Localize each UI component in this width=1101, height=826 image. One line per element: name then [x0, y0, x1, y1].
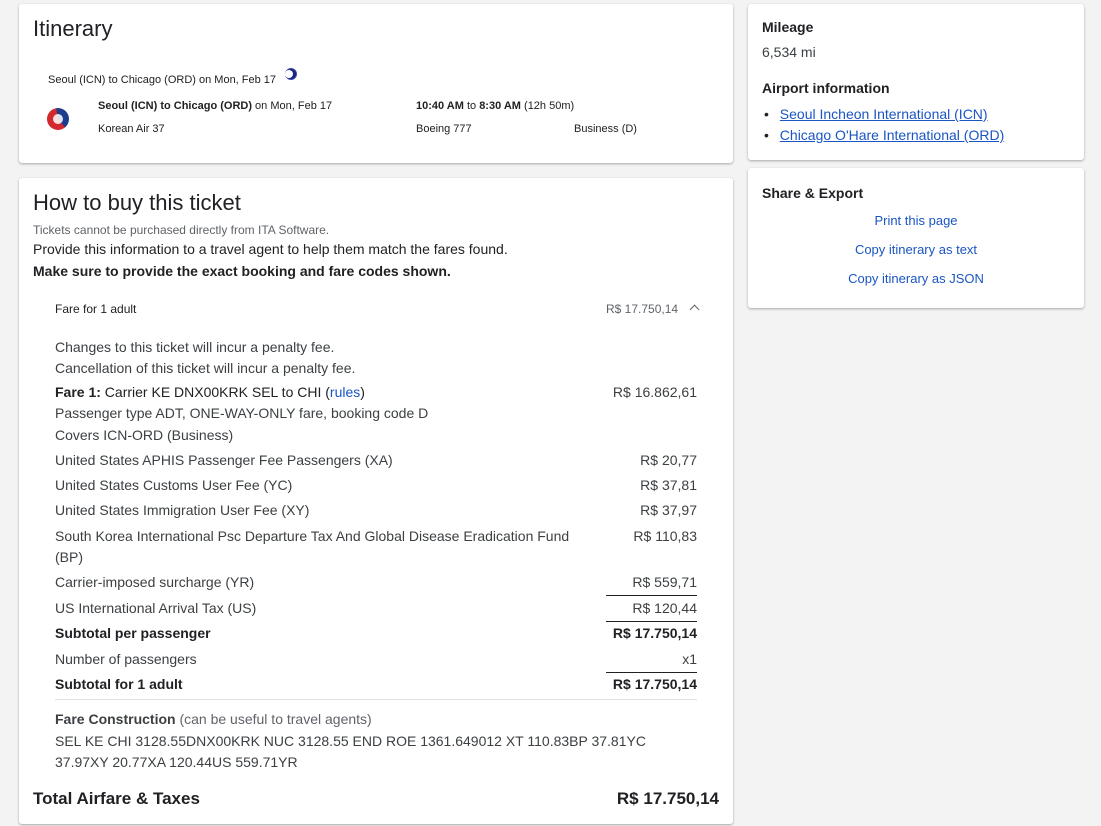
fare-construction-line: 37.97XY 20.77XA 120.44US 559.71YR	[55, 754, 298, 770]
airport-list-item: • Seoul Incheon International (ICN)	[764, 106, 988, 122]
airport-link-ord[interactable]: Chicago O'Hare International (ORD)	[780, 127, 1004, 143]
tax-amount: R$ 20,77	[640, 452, 697, 468]
fare-1-detail: Passenger type ADT, ONE-WAY-ONLY fare, b…	[55, 405, 429, 421]
segment-carrier: Korean Air 37	[98, 123, 165, 135]
share-export-card: Share & Export Print this page Copy itin…	[748, 168, 1084, 308]
fare-construction-line: SEL KE CHI 3128.55DNX00KRK NUC 3128.55 E…	[55, 733, 646, 749]
airport-link-icn[interactable]: Seoul Incheon International (ICN)	[780, 106, 988, 122]
segment-aircraft: Boeing 777	[416, 123, 472, 135]
subtotal-pp-amount: R$ 17.750,14	[612, 625, 697, 641]
purchase-note: Tickets cannot be purchased directly fro…	[33, 223, 330, 237]
itinerary-card: Itinerary Seoul (ICN) to Chicago (ORD) o…	[19, 4, 733, 163]
fare-header-amount[interactable]: R$ 17.750,14	[606, 302, 678, 316]
fare-header[interactable]: Fare for 1 adult	[55, 302, 136, 316]
fare-1-coverage: Covers ICN-ORD (Business)	[55, 427, 234, 443]
sum-line	[606, 621, 697, 622]
how-to-buy-title: How to buy this ticket	[33, 190, 241, 215]
airport-list-item: • Chicago O'Hare International (ORD)	[764, 127, 1005, 143]
tax-label-cont: (BP)	[55, 549, 83, 565]
segment-times: 10:40 AM to 8:30 AM (12h 50m)	[416, 100, 575, 112]
total-amount: R$ 17.750,14	[616, 789, 719, 808]
tax-label: United States Immigration User Fee (XY)	[55, 502, 310, 518]
tax-label: South Korea International Psc Departure …	[55, 528, 570, 544]
itinerary-title: Itinerary	[33, 16, 113, 41]
subtotal-pp-label: Subtotal per passenger	[55, 625, 211, 641]
tax-label: United States APHIS Passenger Fee Passen…	[55, 452, 393, 468]
mileage-title: Mileage	[762, 19, 814, 35]
copy-json-link[interactable]: Copy itinerary as JSON	[748, 271, 1084, 286]
tax-label: Carrier-imposed surcharge (YR)	[55, 574, 255, 590]
chevron-up-icon[interactable]	[689, 304, 700, 315]
change-penalty: Changes to this ticket will incur a pena…	[55, 339, 335, 355]
divider	[55, 699, 697, 700]
tax-amount: R$ 110,83	[633, 528, 697, 544]
tax-amount: R$ 37,97	[640, 502, 697, 518]
tax-label: US International Arrival Tax (US)	[55, 600, 257, 616]
subtotal-amount: R$ 17.750,14	[612, 676, 697, 692]
itinerary-summary: Seoul (ICN) to Chicago (ORD) on Mon, Feb…	[48, 74, 277, 86]
share-title: Share & Export	[762, 185, 864, 201]
mileage-card: Mileage 6,534 mi Airport information • S…	[748, 4, 1084, 160]
overnight-moon-icon	[285, 68, 297, 80]
tax-amount: R$ 37,81	[640, 477, 697, 493]
sum-line	[606, 595, 697, 596]
exact-codes-note: Make sure to provide the exact booking a…	[33, 263, 451, 279]
subtotal-label: Subtotal for 1 adult	[55, 676, 183, 692]
korean-air-logo-icon	[47, 108, 69, 130]
num-passengers-label: Number of passengers	[55, 651, 197, 667]
how-to-buy-card: How to buy this ticket Tickets cannot be…	[19, 178, 733, 824]
print-page-link[interactable]: Print this page	[748, 213, 1084, 228]
tax-amount: R$ 120,44	[632, 600, 697, 616]
sum-line	[606, 672, 697, 673]
cancel-penalty: Cancellation of this ticket will incur a…	[55, 360, 356, 376]
airport-info-title: Airport information	[762, 80, 890, 96]
copy-text-link[interactable]: Copy itinerary as text	[748, 242, 1084, 257]
segment-cabin: Business (D)	[574, 123, 637, 135]
fare-1-line: Fare 1: Carrier KE DNX00KRK SEL to CHI (…	[55, 384, 365, 400]
fare-1-amount: R$ 16.862,61	[612, 384, 697, 400]
total-label: Total Airfare & Taxes	[33, 789, 200, 808]
segment-route: Seoul (ICN) to Chicago (ORD) on Mon, Feb…	[98, 100, 333, 112]
agent-instruction: Provide this information to a travel age…	[33, 241, 508, 257]
mileage-value: 6,534 mi	[762, 44, 816, 60]
fare-construction-heading: Fare Construction (can be useful to trav…	[55, 711, 372, 727]
tax-amount: R$ 559,71	[632, 574, 697, 590]
tax-label: United States Customs User Fee (YC)	[55, 477, 293, 493]
num-passengers-value: x1	[682, 651, 697, 667]
fare-rules-link[interactable]: rules	[330, 384, 360, 400]
